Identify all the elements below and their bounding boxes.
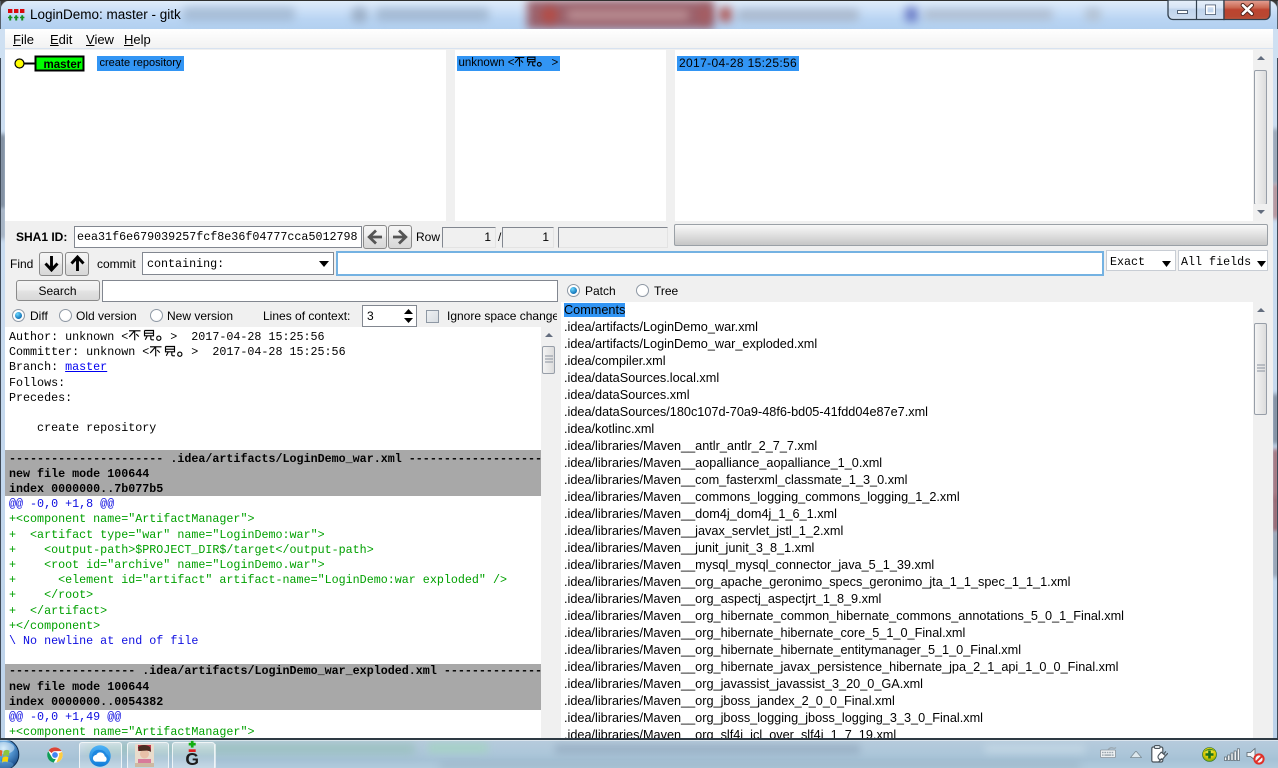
svg-text:master: master (44, 59, 82, 71)
svg-text:G: G (185, 749, 199, 766)
